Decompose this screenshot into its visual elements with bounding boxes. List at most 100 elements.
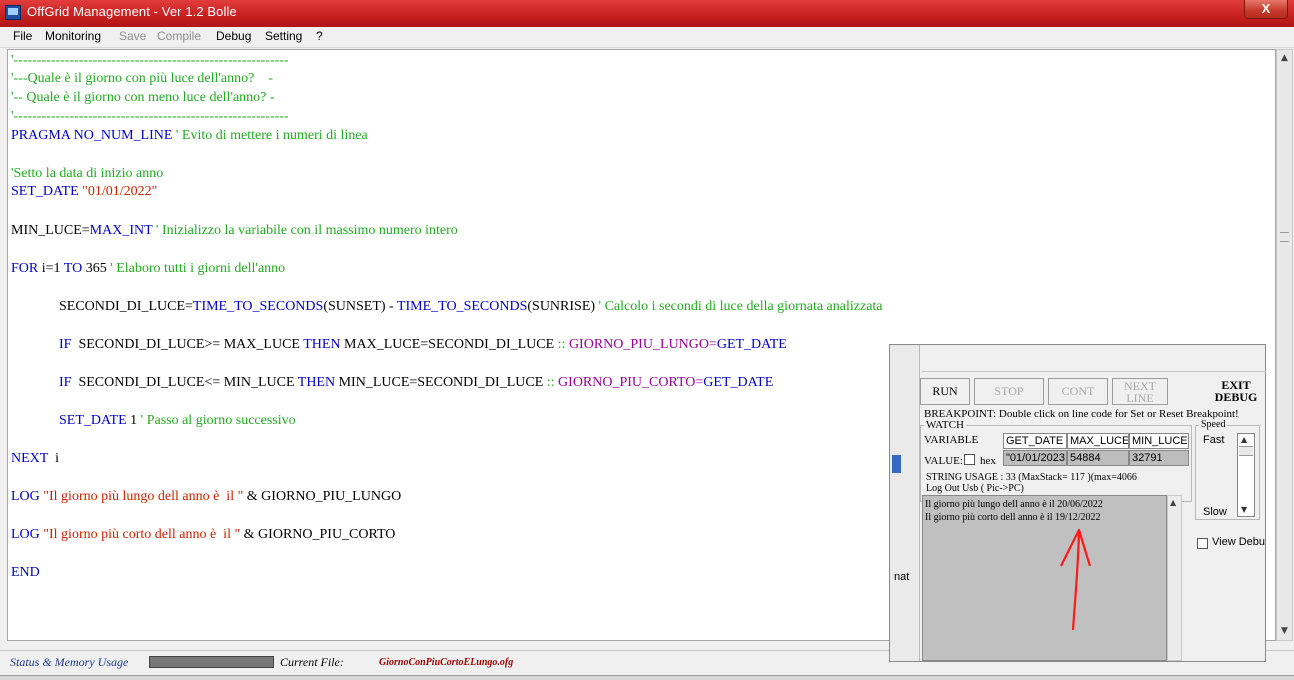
clipped-label: nat [894, 571, 910, 583]
debug-panel: nat RUN STOP CONT NEXT LINE EXIT DEBUG BRE… [889, 344, 1266, 662]
log-out-label: Log Out Usb ( Pic->PC) [926, 483, 1024, 494]
code-line: MIN_LUCE=MAX_INT ' Inizializzo la variab… [11, 223, 458, 239]
code-variable: SECONDI_DI_LUCE<= MIN_LUCE [74, 375, 298, 390]
code-variable: (SUNSET) - [323, 299, 397, 314]
code-keyword: TIME_TO_SECONDS [396, 299, 528, 314]
code-line: IF SECONDI_DI_LUCE>= MAX_LUCE THEN MAX_L… [59, 337, 787, 353]
exit-debug-button[interactable]: EXIT DEBUG [1212, 378, 1260, 405]
view-debug-checkbox[interactable] [1197, 538, 1208, 549]
next-line-label-2: LINE [1126, 391, 1154, 405]
hex-checkbox[interactable] [964, 454, 975, 465]
code-variable: SECONDI_DI_LUCE>= MAX_LUCE [74, 337, 304, 352]
hex-label: hex [980, 455, 996, 467]
code-keyword: IF [59, 375, 75, 390]
code-line: NEXT i [11, 451, 59, 467]
speed-up-icon[interactable]: ▲ [1241, 435, 1247, 444]
watch-value-cell: "01/01/2023 [1003, 450, 1067, 466]
speed-thumb[interactable] [1239, 446, 1253, 456]
code-line: '---Quale è il giorno con più luce dell'… [11, 71, 274, 86]
next-line-button[interactable]: NEXT LINE [1112, 378, 1168, 405]
watch-value-cell: 32791 [1129, 450, 1189, 466]
code-number: 1 [126, 413, 138, 428]
code-line: SET_DATE "01/01/2022" [11, 184, 157, 200]
string-usage: STRING USAGE : 33 (MaxStack= 117 )(max=4… [926, 472, 1137, 483]
app-icon [5, 5, 21, 20]
code-variable: MAX_LUCE=SECONDI_DI_LUCE [340, 337, 558, 352]
code-comment: ' Inizializzo la variabile con il massim… [152, 223, 458, 238]
code-variable: i=1 [41, 261, 64, 276]
scroll-thumb[interactable] [1280, 232, 1289, 242]
code-keyword: NEXT [11, 451, 49, 466]
code-variable: MIN_LUCE= [11, 223, 90, 238]
code-line: '-- Quale è il giorno con meno luce dell… [11, 90, 275, 105]
code-separator: :: [546, 375, 555, 390]
watch-var-cell[interactable]: MAX_LUCE [1067, 433, 1129, 449]
stop-button[interactable]: STOP [974, 378, 1044, 405]
value-label: VALUE: [924, 455, 963, 467]
editor-scrollbar[interactable]: ▲ ▼ [1276, 49, 1293, 641]
code-keyword: LOG [11, 527, 44, 542]
scroll-up-icon[interactable]: ▲ [1277, 50, 1292, 67]
code-variable: (SUNRISE) [527, 299, 596, 314]
code-variable: i [48, 451, 59, 466]
menu-setting[interactable]: Setting [265, 29, 302, 43]
code-keyword: TO [63, 261, 86, 276]
watch-value-cell: 54884 [1067, 450, 1129, 466]
code-line: '---------------------------------------… [11, 109, 289, 124]
code-variable: GIORNO_PIU_LUNGO= [565, 337, 717, 352]
menu-monitoring[interactable]: Monitoring [45, 29, 101, 43]
scroll-up-icon[interactable]: ▲ [1170, 498, 1176, 507]
code-keyword: PRAGMA NO_NUM_LINE [11, 128, 173, 143]
code-line: LOG "Il giorno più corto dell anno è il … [11, 527, 395, 543]
code-comment: ' Evito di mettere i numeri di linea [172, 128, 368, 143]
code-line: SET_DATE 1 ' Passo al giorno successivo [59, 413, 296, 429]
window-title: OffGrid Management - Ver 1.2 Bolle [27, 4, 237, 19]
code-variable: GIORNO_PIU_CORTO= [554, 375, 704, 390]
code-variable: & GIORNO_PIU_LUNGO [243, 489, 402, 504]
log-scrollbar[interactable]: ▲ [1167, 495, 1182, 661]
code-keyword: LOG [11, 489, 44, 504]
code-line: '---------------------------------------… [11, 53, 289, 68]
current-file-name: GiornoConPiuCortoELungo.ofg [379, 657, 514, 668]
speed-fast-label: Fast [1203, 434, 1225, 446]
debug-side-strip: nat [890, 345, 920, 661]
code-string: "01/01/2022" [82, 184, 158, 199]
watch-var-cell[interactable]: GET_DATE [1003, 433, 1067, 449]
code-number: 365 [85, 261, 107, 276]
breakpoint-hint: BREAKPOINT: Double click on line code fo… [924, 408, 1239, 420]
watch-title: WATCH [924, 419, 966, 431]
variable-label: VARIABLE [924, 434, 979, 446]
code-string: "Il giorno più lungo dell anno è il " [43, 489, 244, 504]
code-line: SECONDI_DI_LUCE=TIME_TO_SECONDS(SUNSET) … [59, 299, 883, 315]
speed-slider[interactable]: ▲ ▼ [1237, 433, 1255, 517]
menu-file[interactable]: File [13, 29, 32, 43]
run-button[interactable]: RUN [920, 378, 970, 405]
code-comment: ' Elaboro tutti i giorni dell'anno [106, 261, 286, 276]
menu-compile[interactable]: Compile [157, 29, 201, 43]
code-variable: MIN_LUCE=SECONDI_DI_LUCE [335, 375, 547, 390]
log-line: Il giorno più lungo dell anno è il 20/06… [925, 499, 1103, 510]
close-button[interactable]: X [1244, 0, 1288, 19]
log-output[interactable]: Il giorno più lungo dell anno è il 20/06… [922, 495, 1167, 661]
code-comment: ' Passo al giorno successivo [137, 413, 296, 428]
code-keyword: THEN [297, 375, 336, 390]
code-keyword: SET_DATE [59, 413, 127, 428]
menu-save[interactable]: Save [119, 29, 146, 43]
watch-var-cell[interactable]: MIN_LUCE [1129, 433, 1189, 449]
code-keyword: SET_DATE [11, 184, 83, 199]
log-line: Il giorno più corto dell anno è il 19/12… [925, 512, 1101, 523]
scroll-down-icon[interactable]: ▼ [1277, 623, 1292, 640]
code-keyword: GET_DATE [703, 375, 774, 390]
status-memory-label: Status & Memory Usage [10, 655, 129, 669]
code-keyword: MAX_INT [89, 223, 153, 238]
code-line: 'Setto la data di inizio anno [11, 166, 164, 181]
code-line: LOG "Il giorno più lungo dell anno è il … [11, 489, 401, 505]
menu-debug[interactable]: Debug [216, 29, 251, 43]
code-line: END [11, 565, 40, 580]
speed-down-icon[interactable]: ▼ [1241, 505, 1247, 514]
current-file-label: Current File: [280, 655, 344, 669]
cont-button[interactable]: CONT [1048, 378, 1108, 405]
debug-header [922, 345, 1266, 372]
title-bar: OffGrid Management - Ver 1.2 Bolle X [0, 0, 1294, 27]
menu-help[interactable]: ? [316, 29, 323, 43]
